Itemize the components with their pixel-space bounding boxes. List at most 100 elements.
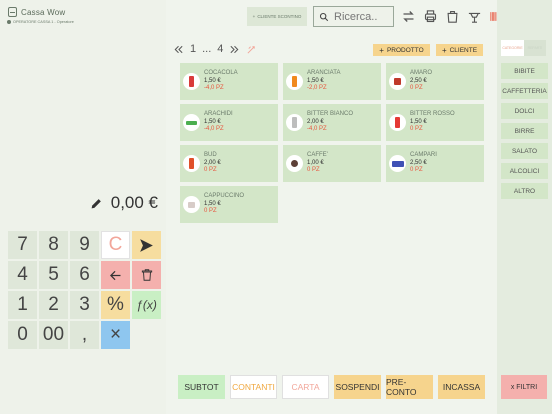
tab-categorie[interactable]: CATEGORIE: [501, 40, 524, 56]
key-5[interactable]: 5: [39, 261, 68, 289]
swap-button[interactable]: [400, 8, 417, 25]
search-box[interactable]: [313, 6, 394, 27]
swap-arrows-icon: [403, 11, 414, 22]
page-total: 4: [217, 43, 224, 55]
product-tile[interactable]: ARANCIATA 1,50 € -2,0 PZ: [283, 63, 381, 100]
product-name: CAMPARI: [410, 152, 437, 159]
product-qty: 0 PZ: [307, 167, 320, 174]
category-item[interactable]: ALTRO: [501, 183, 548, 199]
amount-display: 0,00 €: [0, 188, 166, 218]
table-icon: [468, 12, 481, 23]
table-button[interactable]: [466, 8, 483, 25]
product-tile[interactable]: CAMPARI 2,50 €0 PZ: [386, 145, 484, 182]
product-image: [286, 155, 303, 172]
key-6[interactable]: 6: [70, 261, 99, 289]
operator-label[interactable]: OPERATORE CASSA 1 - Operatore: [7, 20, 74, 24]
product-name: CAFFE': [307, 152, 328, 159]
key-7[interactable]: 7: [8, 231, 37, 259]
product-qty: -2,0 PZ: [307, 85, 327, 92]
pencil-icon[interactable]: [90, 197, 103, 210]
arrow-left-icon: [110, 270, 121, 280]
product-qty: 0 PZ: [410, 85, 423, 92]
card-button[interactable]: CARTA: [282, 375, 329, 399]
filters-button[interactable]: x FILTRI: [501, 375, 547, 399]
numeric-keypad: 7 8 9 C 4 5 6 1 2 3 % ƒ(x) 0 00 , ×: [8, 231, 161, 349]
product-image: [389, 155, 406, 172]
product-name: BITTER BIANCO: [307, 111, 354, 118]
product-price: 1,00 €: [307, 159, 324, 166]
bag-button[interactable]: [444, 8, 461, 25]
product-price: 2,00 €: [307, 118, 324, 125]
incassa-button[interactable]: INCASSA: [438, 375, 485, 399]
category-item[interactable]: ALCOLICI: [501, 163, 548, 179]
key-4[interactable]: 4: [8, 261, 37, 289]
category-item[interactable]: BIRRE: [501, 123, 548, 139]
subtotal-button[interactable]: SUBTOT: [178, 375, 225, 399]
sort-icon[interactable]: [246, 44, 257, 55]
search-input[interactable]: [334, 10, 390, 23]
product-name: ARACHIDI: [204, 111, 233, 118]
plus-icon: +: [379, 45, 384, 55]
plus-icon: +: [252, 14, 256, 19]
product-tile[interactable]: AMARO 2,50 €0 PZ: [386, 63, 484, 100]
add-client-label: CLIENTE: [449, 46, 478, 54]
send-button[interactable]: [132, 231, 161, 259]
key-9[interactable]: 9: [70, 231, 99, 259]
add-client-button[interactable]: + CLIENTE: [436, 44, 483, 56]
key-clear[interactable]: C: [101, 231, 130, 259]
print-button[interactable]: [422, 8, 439, 25]
cash-button[interactable]: CONTANTI: [230, 375, 277, 399]
app-name: Cassa Wow: [21, 7, 66, 17]
key-percent[interactable]: %: [101, 291, 130, 319]
product-tile[interactable]: BITTER ROSSO 1,50 €0 PZ: [386, 104, 484, 141]
product-image: [183, 196, 200, 213]
key-2[interactable]: 2: [39, 291, 68, 319]
app-logo: Cassa Wow: [8, 7, 65, 17]
send-icon: [140, 238, 153, 252]
preconto-button[interactable]: PRE-CONTO: [386, 375, 433, 399]
product-tile[interactable]: CAPPUCCINO 1,50 €0 PZ: [180, 186, 278, 223]
delete-button[interactable]: [132, 261, 161, 289]
product-tile[interactable]: ARACHIDI 1,50 € -4,0 PZ: [180, 104, 278, 141]
key-multiply[interactable]: ×: [101, 321, 130, 349]
key-0[interactable]: 0: [8, 321, 37, 349]
category-item[interactable]: BIBITE: [501, 63, 548, 79]
product-image: [389, 73, 406, 90]
product-qty: -4,0 PZ: [307, 126, 327, 133]
plus-icon: +: [441, 45, 447, 55]
chevrons-right-icon[interactable]: [229, 44, 240, 55]
product-tile[interactable]: BITTER BIANCO 2,00 € -4,0 PZ: [283, 104, 381, 141]
add-product-button[interactable]: + PRODOTTO: [373, 44, 430, 56]
product-tile[interactable]: BUD 2,00 €0 PZ: [180, 145, 278, 182]
key-00[interactable]: 00: [39, 321, 68, 349]
key-function[interactable]: ƒ(x): [132, 291, 161, 319]
operator-name: OPERATORE CASSA 1 - Operatore: [13, 20, 74, 24]
product-qty: 0 PZ: [204, 167, 217, 174]
key-1[interactable]: 1: [8, 291, 37, 319]
product-qty: 0 PZ: [410, 126, 423, 133]
category-item[interactable]: DOLCI: [501, 103, 548, 119]
key-3[interactable]: 3: [70, 291, 99, 319]
tab-reparti[interactable]: REPARTI: [524, 40, 546, 56]
product-image: [389, 114, 406, 131]
key-8[interactable]: 8: [39, 231, 68, 259]
product-tile[interactable]: COCACOLA 1,50 € -4,0 PZ: [180, 63, 278, 100]
product-tile[interactable]: CAFFE' 1,00 €0 PZ: [283, 145, 381, 182]
cliente-sconto-label: CLIENTE SCONTINO: [257, 14, 302, 19]
register-icon: [8, 7, 17, 17]
category-item[interactable]: SALATO: [501, 143, 548, 159]
chevrons-left-icon[interactable]: [173, 44, 184, 55]
product-price: 1,50 €: [204, 200, 221, 207]
product-name: CAPPUCCINO: [204, 193, 245, 200]
product-qty: -4,0 PZ: [204, 85, 224, 92]
user-icon: [7, 20, 11, 24]
pager: 1 ... 4: [173, 43, 257, 55]
product-price: 2,50 €: [410, 159, 427, 166]
product-name: BUD: [204, 152, 217, 159]
backspace-button[interactable]: [101, 261, 130, 289]
cliente-sconto-button[interactable]: + CLIENTE SCONTINO: [247, 7, 307, 26]
category-item[interactable]: CAFFETTERIA: [501, 83, 548, 99]
key-comma[interactable]: ,: [70, 321, 99, 349]
suspend-button[interactable]: SOSPENDI: [334, 375, 381, 399]
product-image: [286, 73, 303, 90]
